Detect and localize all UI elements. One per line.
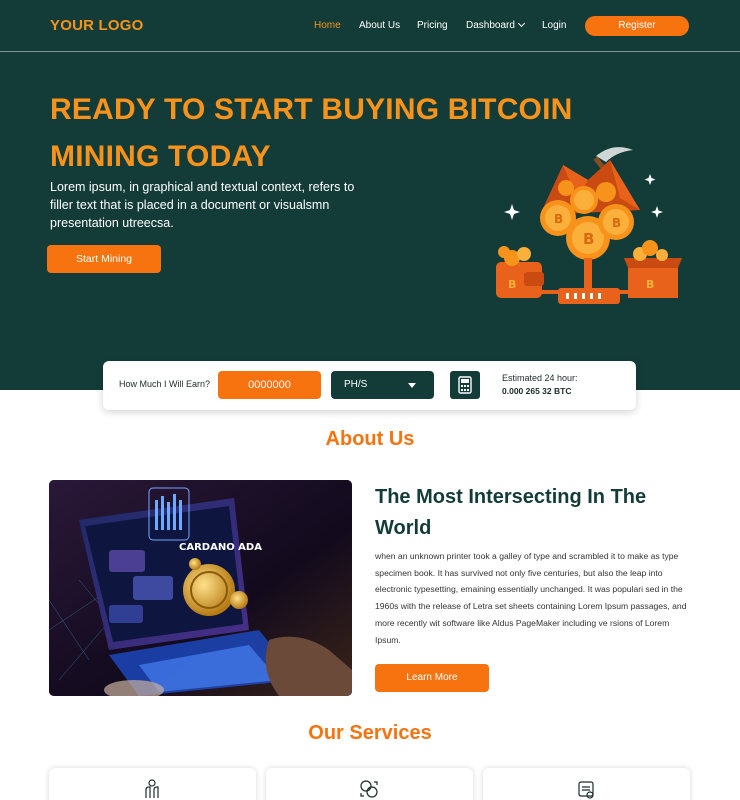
- wallet-device-icon: [578, 781, 594, 799]
- laptop-crypto-image: CARDANO ADA: [49, 480, 352, 696]
- svg-text:B: B: [612, 216, 621, 230]
- svg-text:B: B: [646, 278, 654, 291]
- svg-text:B: B: [554, 212, 563, 226]
- start-mining-button[interactable]: Start Mining: [47, 245, 161, 273]
- calculate-button[interactable]: [450, 371, 480, 399]
- service-card-3[interactable]: [483, 768, 690, 800]
- calculator-label: How Much I Will Earn?: [119, 379, 211, 389]
- calculator-icon: [458, 376, 472, 394]
- unit-select[interactable]: PH/S: [331, 371, 434, 399]
- services-section-title: Our Services: [308, 722, 432, 744]
- caret-down-icon: [408, 383, 416, 388]
- nav-dashboard[interactable]: Dashboard: [466, 19, 525, 31]
- svg-text:B: B: [583, 230, 594, 248]
- exchange-coin-icon: [360, 780, 378, 798]
- estimate-label: Estimated 24 hour:: [502, 373, 578, 383]
- estimate-value: 0.000 265 32 BTC: [502, 386, 572, 396]
- nav-dashboard-label: Dashboard: [466, 20, 515, 31]
- hashrate-input[interactable]: 0000000: [218, 371, 321, 399]
- mining-hand-icon: [145, 779, 159, 798]
- learn-more-button[interactable]: Learn More: [375, 664, 489, 692]
- cardano-label: CARDANO ADA: [179, 542, 262, 553]
- nav-about-us[interactable]: About Us: [359, 20, 400, 31]
- service-card-1[interactable]: [49, 768, 256, 800]
- hero-section: YOUR LOGO Home About Us Pricing Dashboar…: [0, 0, 740, 390]
- svg-text:B: B: [508, 278, 516, 291]
- bitcoin-mining-illustration: B B B B B: [496, 147, 682, 304]
- nav-home[interactable]: Home: [314, 20, 341, 31]
- hero-description: Lorem ipsum, in graphical and textual co…: [50, 180, 355, 230]
- nav-pricing[interactable]: Pricing: [417, 20, 448, 31]
- unit-select-value: PH/S: [344, 379, 368, 390]
- earnings-calculator: How Much I Will Earn? 0000000 PH/S Estim…: [103, 361, 636, 410]
- chevron-down-icon: [517, 19, 525, 28]
- navbar: YOUR LOGO Home About Us Pricing Dashboar…: [0, 0, 740, 52]
- about-heading: The Most Intersecting In The World: [375, 486, 647, 539]
- nav-login[interactable]: Login: [542, 20, 566, 31]
- service-card-2[interactable]: [266, 768, 473, 800]
- about-body: when an unknown printer took a galley of…: [375, 551, 687, 645]
- about-section-title: About Us: [325, 428, 415, 450]
- register-button[interactable]: Register: [585, 16, 689, 36]
- about-image: CARDANO ADA: [49, 480, 352, 696]
